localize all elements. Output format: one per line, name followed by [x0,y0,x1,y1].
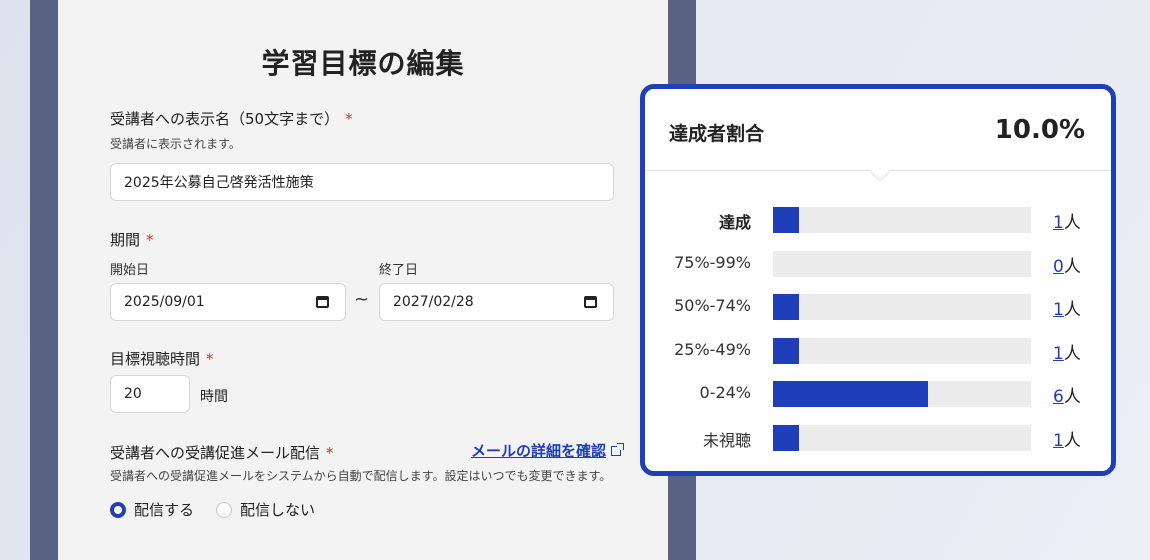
stats-row: 0-24% 6人 [645,379,1111,409]
stats-row-label: 25%-49% [674,339,751,359]
progress-track [773,207,1031,233]
stats-row-count[interactable]: 1人 [1053,426,1081,451]
required-mark: * [326,444,334,462]
mail-detail-link[interactable]: メールの詳細を確認 [471,440,625,461]
stats-row-label: 0-24% [699,383,751,402]
stats-row-label: 達成 [718,213,751,232]
radio-selected-icon[interactable] [110,501,126,518]
progress-track [773,381,1031,407]
progress-fill [773,424,799,451]
required-mark: * [345,110,353,128]
progress-track [773,250,1031,277]
calendar-icon[interactable] [584,296,597,308]
stats-row-label: 75%-99% [674,252,751,272]
start-date-input[interactable]: 2025/09/01 [110,283,346,321]
page-title: 学習目標の編集 [261,47,465,80]
target-hours-value: 20 [124,386,142,402]
reminder-label: 受講者への受講促進メール配信 * [110,444,334,462]
stats-row-label: 未視聴 [702,430,751,450]
stats-row: 50%-74% 1人 [645,292,1111,322]
count-link[interactable]: 6 [1053,387,1064,407]
display-name-input[interactable]: 2025年公募自己啓発活性施策 [110,163,614,201]
progress-fill [773,337,799,364]
required-mark: * [206,350,214,368]
radio-no-send[interactable]: 配信しない [216,499,315,520]
count-unit: 人 [1063,430,1081,451]
achievement-stats-card: 達成者割合 10.0% 達成 1人 75%-99% 0人 50%-74% 1人 25%-49… [640,84,1116,476]
count-link[interactable]: 0 [1053,257,1064,277]
progress-fill [773,381,928,407]
radio-unselected-icon[interactable] [216,501,232,518]
target-hours-input[interactable]: 20 [110,375,190,413]
stats-row: 未視聴 1人 [645,423,1111,453]
display-name-help: 受講者に表示されます。 [110,137,241,151]
modal-frame-left [30,0,58,560]
stats-header: 達成者割合 10.0% [645,89,1111,171]
stats-row-count[interactable]: 1人 [1053,208,1081,233]
count-unit: 人 [1063,213,1081,233]
count-unit: 人 [1063,300,1081,320]
radio-send[interactable]: 配信する [110,499,194,520]
progress-track [773,424,1031,451]
stats-row-count[interactable]: 1人 [1053,339,1081,364]
progress-fill [773,207,799,233]
start-date-value: 2025/09/01 [124,294,205,310]
target-hours-unit: 時間 [200,389,228,405]
calendar-icon[interactable] [316,296,329,308]
end-date-value: 2027/02/28 [393,294,474,310]
count-link[interactable]: 1 [1053,431,1064,451]
end-date-label: 終了日 [379,263,419,278]
external-link-icon [611,443,625,456]
count-unit: 人 [1063,387,1081,407]
edit-goal-form: 学習目標の編集 受講者への表示名（50文字まで） * 受講者に表示されます。 20… [58,0,668,560]
display-name-label: 受講者への表示名（50文字まで） * [110,110,353,128]
progress-fill [773,294,799,320]
stats-row-label: 50%-74% [674,296,751,315]
stats-row: 達成 1人 [645,205,1111,235]
count-unit: 人 [1063,256,1081,277]
achievement-rate: 10.0% [994,115,1085,145]
reminder-help: 受講者への受講促進メールをシステムから自動で配信します。設定はいつでも変更できま… [110,469,612,483]
display-name-value: 2025年公募自己啓発活性施策 [124,175,314,191]
target-hours-label: 目標視聴時間 * [110,350,214,368]
count-link[interactable]: 1 [1053,213,1064,233]
date-separator: ~ [354,289,370,310]
start-date-label: 開始日 [110,263,150,278]
stats-row-count[interactable]: 0人 [1053,252,1081,277]
period-label: 期間 * [110,231,154,249]
count-link[interactable]: 1 [1053,300,1064,320]
stats-row: 25%-49% 1人 [645,336,1111,366]
stats-title: 達成者割合 [669,123,765,145]
stats-row-count[interactable]: 6人 [1053,382,1081,407]
end-date-input[interactable]: 2027/02/28 [379,283,614,321]
progress-track [773,294,1031,320]
progress-track [773,337,1031,364]
count-unit: 人 [1063,343,1081,364]
stats-row: 75%-99% 0人 [645,249,1111,279]
stats-row-count[interactable]: 1人 [1053,295,1081,320]
required-mark: * [146,231,154,249]
count-link[interactable]: 1 [1053,344,1064,364]
